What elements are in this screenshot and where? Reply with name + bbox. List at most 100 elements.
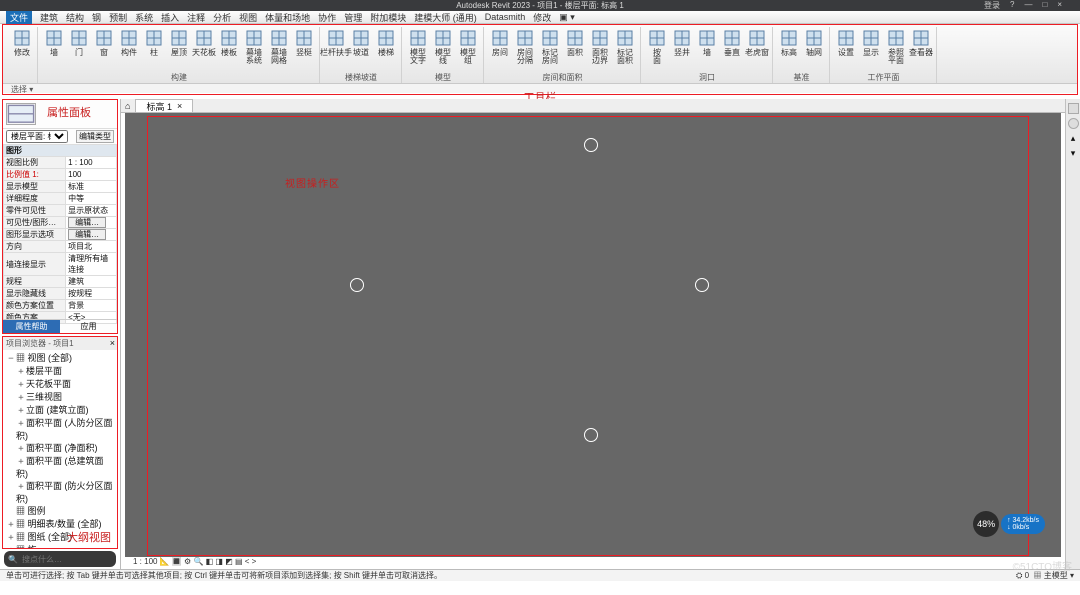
help-icon[interactable]: ?: [1010, 0, 1014, 11]
tab-file[interactable]: 文件: [6, 11, 32, 24]
expand-icon[interactable]: +: [16, 443, 26, 455]
ribbon-标高[interactable]: 标高: [778, 28, 800, 57]
tab-arch[interactable]: 建筑: [40, 11, 58, 24]
expand-icon[interactable]: +: [6, 519, 16, 531]
expand-icon[interactable]: +: [16, 405, 26, 417]
expand-icon[interactable]: −: [6, 353, 16, 365]
ribbon-柱[interactable]: 柱: [143, 28, 165, 57]
ribbon-模型组[interactable]: 模型组: [457, 28, 479, 65]
min-icon[interactable]: —: [1024, 0, 1032, 11]
expand-icon[interactable]: +: [16, 379, 26, 391]
tree-node[interactable]: ▦ 图例: [6, 505, 115, 518]
ribbon-查看器[interactable]: 查看器: [910, 28, 932, 57]
expand-icon[interactable]: +: [16, 366, 26, 378]
tab-addins[interactable]: 附加模块: [370, 11, 406, 24]
tab-manage[interactable]: 管理: [344, 11, 362, 24]
tab-collab[interactable]: 协作: [318, 11, 336, 24]
tree-node[interactable]: +三维视图: [6, 391, 115, 404]
browser-tree[interactable]: −▦ 视图 (全部)+楼层平面+天花板平面+三维视图+立面 (建筑立面)+面积平…: [3, 350, 117, 549]
tab-close-icon[interactable]: ×: [177, 101, 182, 111]
ribbon-参照平面[interactable]: 参照平面: [885, 28, 907, 65]
ribbon-垂直[interactable]: 垂直: [721, 28, 743, 57]
max-icon[interactable]: □: [1042, 0, 1047, 11]
drawing-canvas[interactable]: 视图操作区 48% ↑ 34.2kb/s ↓ 0kb/s: [125, 113, 1061, 557]
nav-down-icon[interactable]: ▾: [1071, 148, 1076, 159]
prop-value[interactable]: 清理所有墙连接: [66, 253, 117, 276]
ribbon-屋顶[interactable]: 屋顶: [168, 28, 190, 57]
expand-icon[interactable]: +: [6, 532, 16, 544]
expand-icon[interactable]: +: [6, 545, 16, 549]
nav-wheel-icon[interactable]: [1068, 118, 1079, 129]
elevation-marker-w[interactable]: [350, 278, 364, 292]
tree-node[interactable]: +面积平面 (防火分区面积): [6, 480, 115, 505]
prop-value[interactable]: 显示原状态: [66, 205, 117, 217]
ribbon-构件[interactable]: 构件: [118, 28, 140, 57]
prop-value[interactable]: 项目北: [66, 241, 117, 253]
prop-apply[interactable]: 应用: [60, 320, 117, 333]
prop-value[interactable]: 中等: [66, 193, 117, 205]
ribbon-楼板[interactable]: 楼板: [218, 28, 240, 57]
ribbon-墙[interactable]: 墙: [43, 28, 65, 57]
ribbon-幕墙网格[interactable]: 幕墙网格: [268, 28, 290, 65]
elevation-marker-s[interactable]: [584, 428, 598, 442]
expand-icon[interactable]: +: [16, 456, 26, 468]
ribbon-天花板[interactable]: 天花板: [193, 28, 215, 57]
browser-close-icon[interactable]: ×: [110, 338, 115, 348]
ribbon-模型文字[interactable]: 模型文字: [407, 28, 429, 65]
prop-value[interactable]: 100: [66, 169, 117, 181]
close-icon[interactable]: ×: [1057, 0, 1062, 11]
search-bar[interactable]: 🔍 ›: [4, 551, 116, 567]
ribbon-修改[interactable]: 修改: [11, 28, 33, 57]
tree-node[interactable]: +面积平面 (净面积): [6, 442, 115, 455]
prop-value[interactable]: 建筑: [66, 276, 117, 288]
ribbon-竖梃[interactable]: 竖梃: [293, 28, 315, 57]
edit-type-button[interactable]: 编辑类型: [76, 130, 114, 143]
tab-home-icon[interactable]: ⌂: [125, 101, 130, 111]
tree-node[interactable]: +楼层平面: [6, 365, 115, 378]
tab-steel[interactable]: 钢: [92, 11, 101, 24]
view-tab[interactable]: 标高 1 ×: [135, 99, 193, 112]
expand-icon[interactable]: +: [16, 418, 26, 430]
tree-node[interactable]: +天花板平面: [6, 378, 115, 391]
ribbon-墙[interactable]: 墙: [696, 28, 718, 57]
instance-selector[interactable]: 楼层平面: 标高 1: [6, 130, 68, 143]
prop-help[interactable]: 属性帮助: [3, 320, 60, 333]
expand-icon[interactable]: +: [16, 392, 26, 404]
ribbon-标记房间[interactable]: 标记房间: [539, 28, 561, 65]
expand-icon[interactable]: [6, 506, 16, 518]
tab-systems[interactable]: 系统: [135, 11, 153, 24]
expand-icon[interactable]: +: [16, 481, 26, 493]
ribbon-竖井[interactable]: 竖井: [671, 28, 693, 57]
ribbon-老虎窗[interactable]: 老虎窗: [746, 28, 768, 57]
ribbon-幕墙系统[interactable]: 幕墙系统: [243, 28, 265, 65]
tab-master[interactable]: 建模大师 (通用): [414, 11, 477, 24]
prop-value[interactable]: 标准: [66, 181, 117, 193]
tree-node[interactable]: +面积平面 (人防分区面积): [6, 417, 115, 442]
tab-insert[interactable]: 插入: [161, 11, 179, 24]
tab-annotate[interactable]: 注释: [187, 11, 205, 24]
ribbon-楼梯[interactable]: 楼梯: [375, 28, 397, 57]
ribbon-房间[interactable]: 房间: [489, 28, 511, 57]
nav-cube-icon[interactable]: [1068, 103, 1079, 114]
ribbon-坡道[interactable]: 坡道: [350, 28, 372, 57]
ribbon-窗[interactable]: 窗: [93, 28, 115, 57]
ribbon-面积[interactable]: 面积: [564, 28, 586, 57]
elevation-marker-e[interactable]: [695, 278, 709, 292]
login-link[interactable]: 登录: [984, 0, 1000, 11]
ribbon-模型线[interactable]: 模型线: [432, 28, 454, 65]
tab-struct[interactable]: 结构: [66, 11, 84, 24]
tab-modify[interactable]: 修改: [533, 11, 551, 24]
tab-analyze[interactable]: 分析: [213, 11, 231, 24]
ribbon-栏杆扶手[interactable]: 栏杆扶手: [325, 28, 347, 57]
elevation-marker-n[interactable]: [584, 138, 598, 152]
view-control-bar[interactable]: 1 : 100 📐 🔳 ⚙ 🔍 ◧ ◨ ◩ ▤ < >: [121, 557, 1065, 569]
prop-value[interactable]: 编辑…: [66, 229, 117, 241]
ribbon-轴网[interactable]: 轴网: [803, 28, 825, 57]
prop-value[interactable]: 背景: [66, 300, 117, 312]
ribbon-标记面积[interactable]: 标记面积: [614, 28, 636, 65]
ribbon-房间分隔[interactable]: 房间分隔: [514, 28, 536, 65]
tab-view[interactable]: 视图: [239, 11, 257, 24]
ribbon-按面[interactable]: 按面: [646, 28, 668, 65]
tab-precast[interactable]: 预制: [109, 11, 127, 24]
search-input[interactable]: [22, 555, 132, 564]
